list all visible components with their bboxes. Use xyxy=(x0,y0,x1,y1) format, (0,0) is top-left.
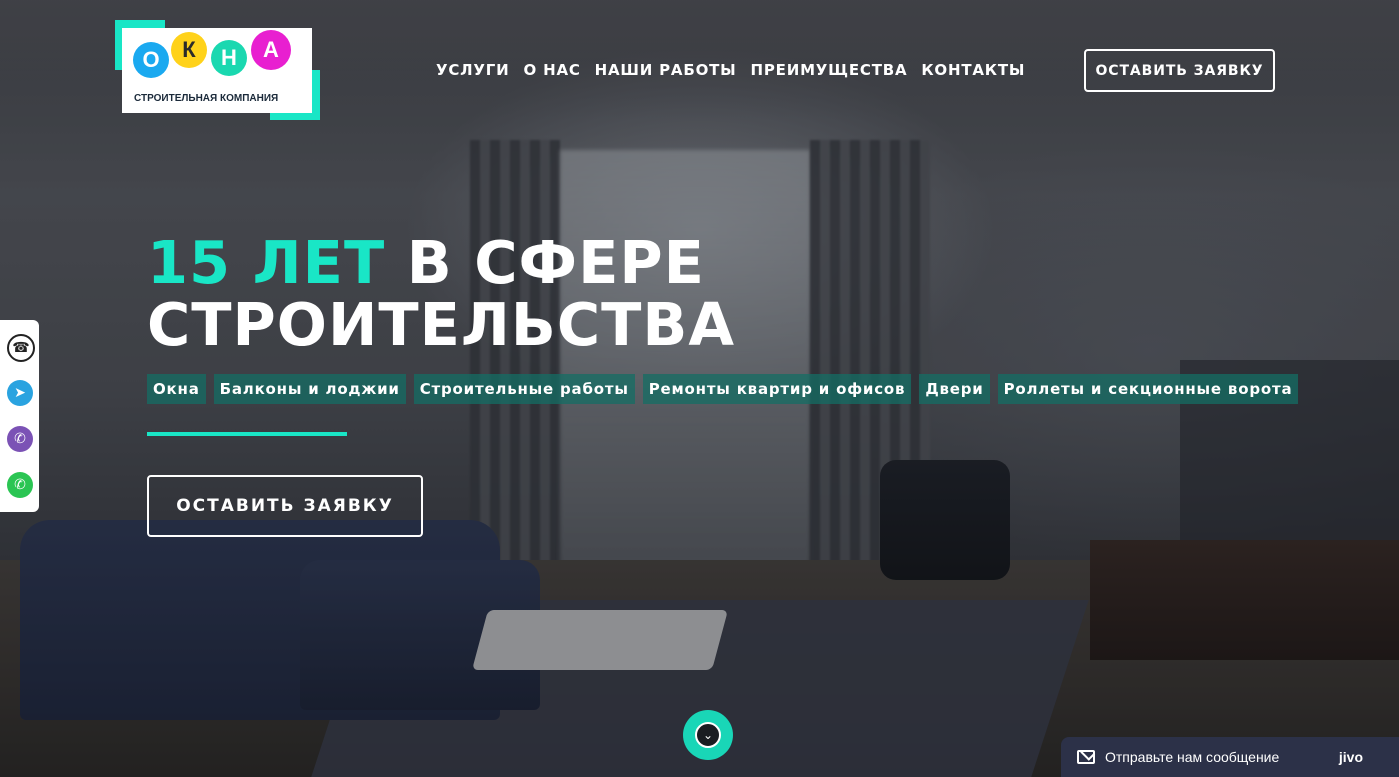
telegram-icon[interactable]: ➤ xyxy=(7,380,33,406)
tag-chip: Двери xyxy=(919,374,990,404)
nav-item-works[interactable]: НАШИ РАБОТЫ xyxy=(595,61,737,79)
tag-chip: Роллеты и секционные ворота xyxy=(997,374,1299,404)
logo-letter: К xyxy=(171,32,207,68)
hero-request-button[interactable]: ОСТАВИТЬ ЗАЯВКУ xyxy=(147,475,423,537)
whatsapp-icon[interactable]: ✆ xyxy=(7,472,33,498)
nav-item-advantages[interactable]: ПРЕИМУЩЕСТВА xyxy=(751,61,908,79)
logo-letter: О xyxy=(133,42,169,78)
chat-brand: jivo xyxy=(1338,749,1363,765)
nav-item-contacts[interactable]: КОНТАКТЫ xyxy=(921,61,1025,79)
phone-icon[interactable]: ☎ xyxy=(7,334,35,362)
logo-bubbles: О К Н А xyxy=(133,30,303,82)
accent-divider xyxy=(147,432,347,436)
hero-title-line2: СТРОИТЕЛЬСТВА xyxy=(147,290,736,359)
tag-chip: Окна xyxy=(147,374,206,404)
hero-title: 15 ЛЕТ В СФЕРЕ СТРОИТЕЛЬСТВА xyxy=(147,232,735,356)
service-tags: Окна Балконы и лоджии Строительные работ… xyxy=(147,374,1299,404)
header-request-button[interactable]: ОСТАВИТЬ ЗАЯВКУ xyxy=(1084,49,1275,92)
logo-tagline: СТРОИТЕЛЬНАЯ КОМПАНИЯ xyxy=(134,93,279,104)
logo-letter: Н xyxy=(211,40,247,76)
nav-item-services[interactable]: УСЛУГИ xyxy=(436,61,510,79)
scroll-down-button[interactable]: ⌄ xyxy=(683,710,733,760)
nav-item-about[interactable]: О НАС xyxy=(524,61,581,79)
tag-chip: Балконы и лоджии xyxy=(213,374,406,404)
chevron-down-icon: ⌄ xyxy=(695,722,721,748)
social-bar: ☎ ➤ ✆ ✆ xyxy=(0,320,39,512)
viber-icon[interactable]: ✆ xyxy=(7,426,33,452)
hero-title-rest: В СФЕРЕ xyxy=(406,228,705,297)
chat-widget[interactable]: Отправьте нам сообщение jivo xyxy=(1061,737,1399,777)
hero-title-accent: 15 ЛЕТ xyxy=(147,228,386,297)
mail-icon xyxy=(1077,750,1095,764)
company-logo[interactable]: О К Н А СТРОИТЕЛЬНАЯ КОМПАНИЯ xyxy=(115,20,320,120)
main-nav: УСЛУГИ О НАС НАШИ РАБОТЫ ПРЕИМУЩЕСТВА КО… xyxy=(436,61,1025,79)
tag-chip: Ремонты квартир и офисов xyxy=(642,374,912,404)
tag-chip: Строительные работы xyxy=(413,374,635,404)
chat-label: Отправьте нам сообщение xyxy=(1105,749,1280,765)
logo-letter: А xyxy=(251,30,291,70)
